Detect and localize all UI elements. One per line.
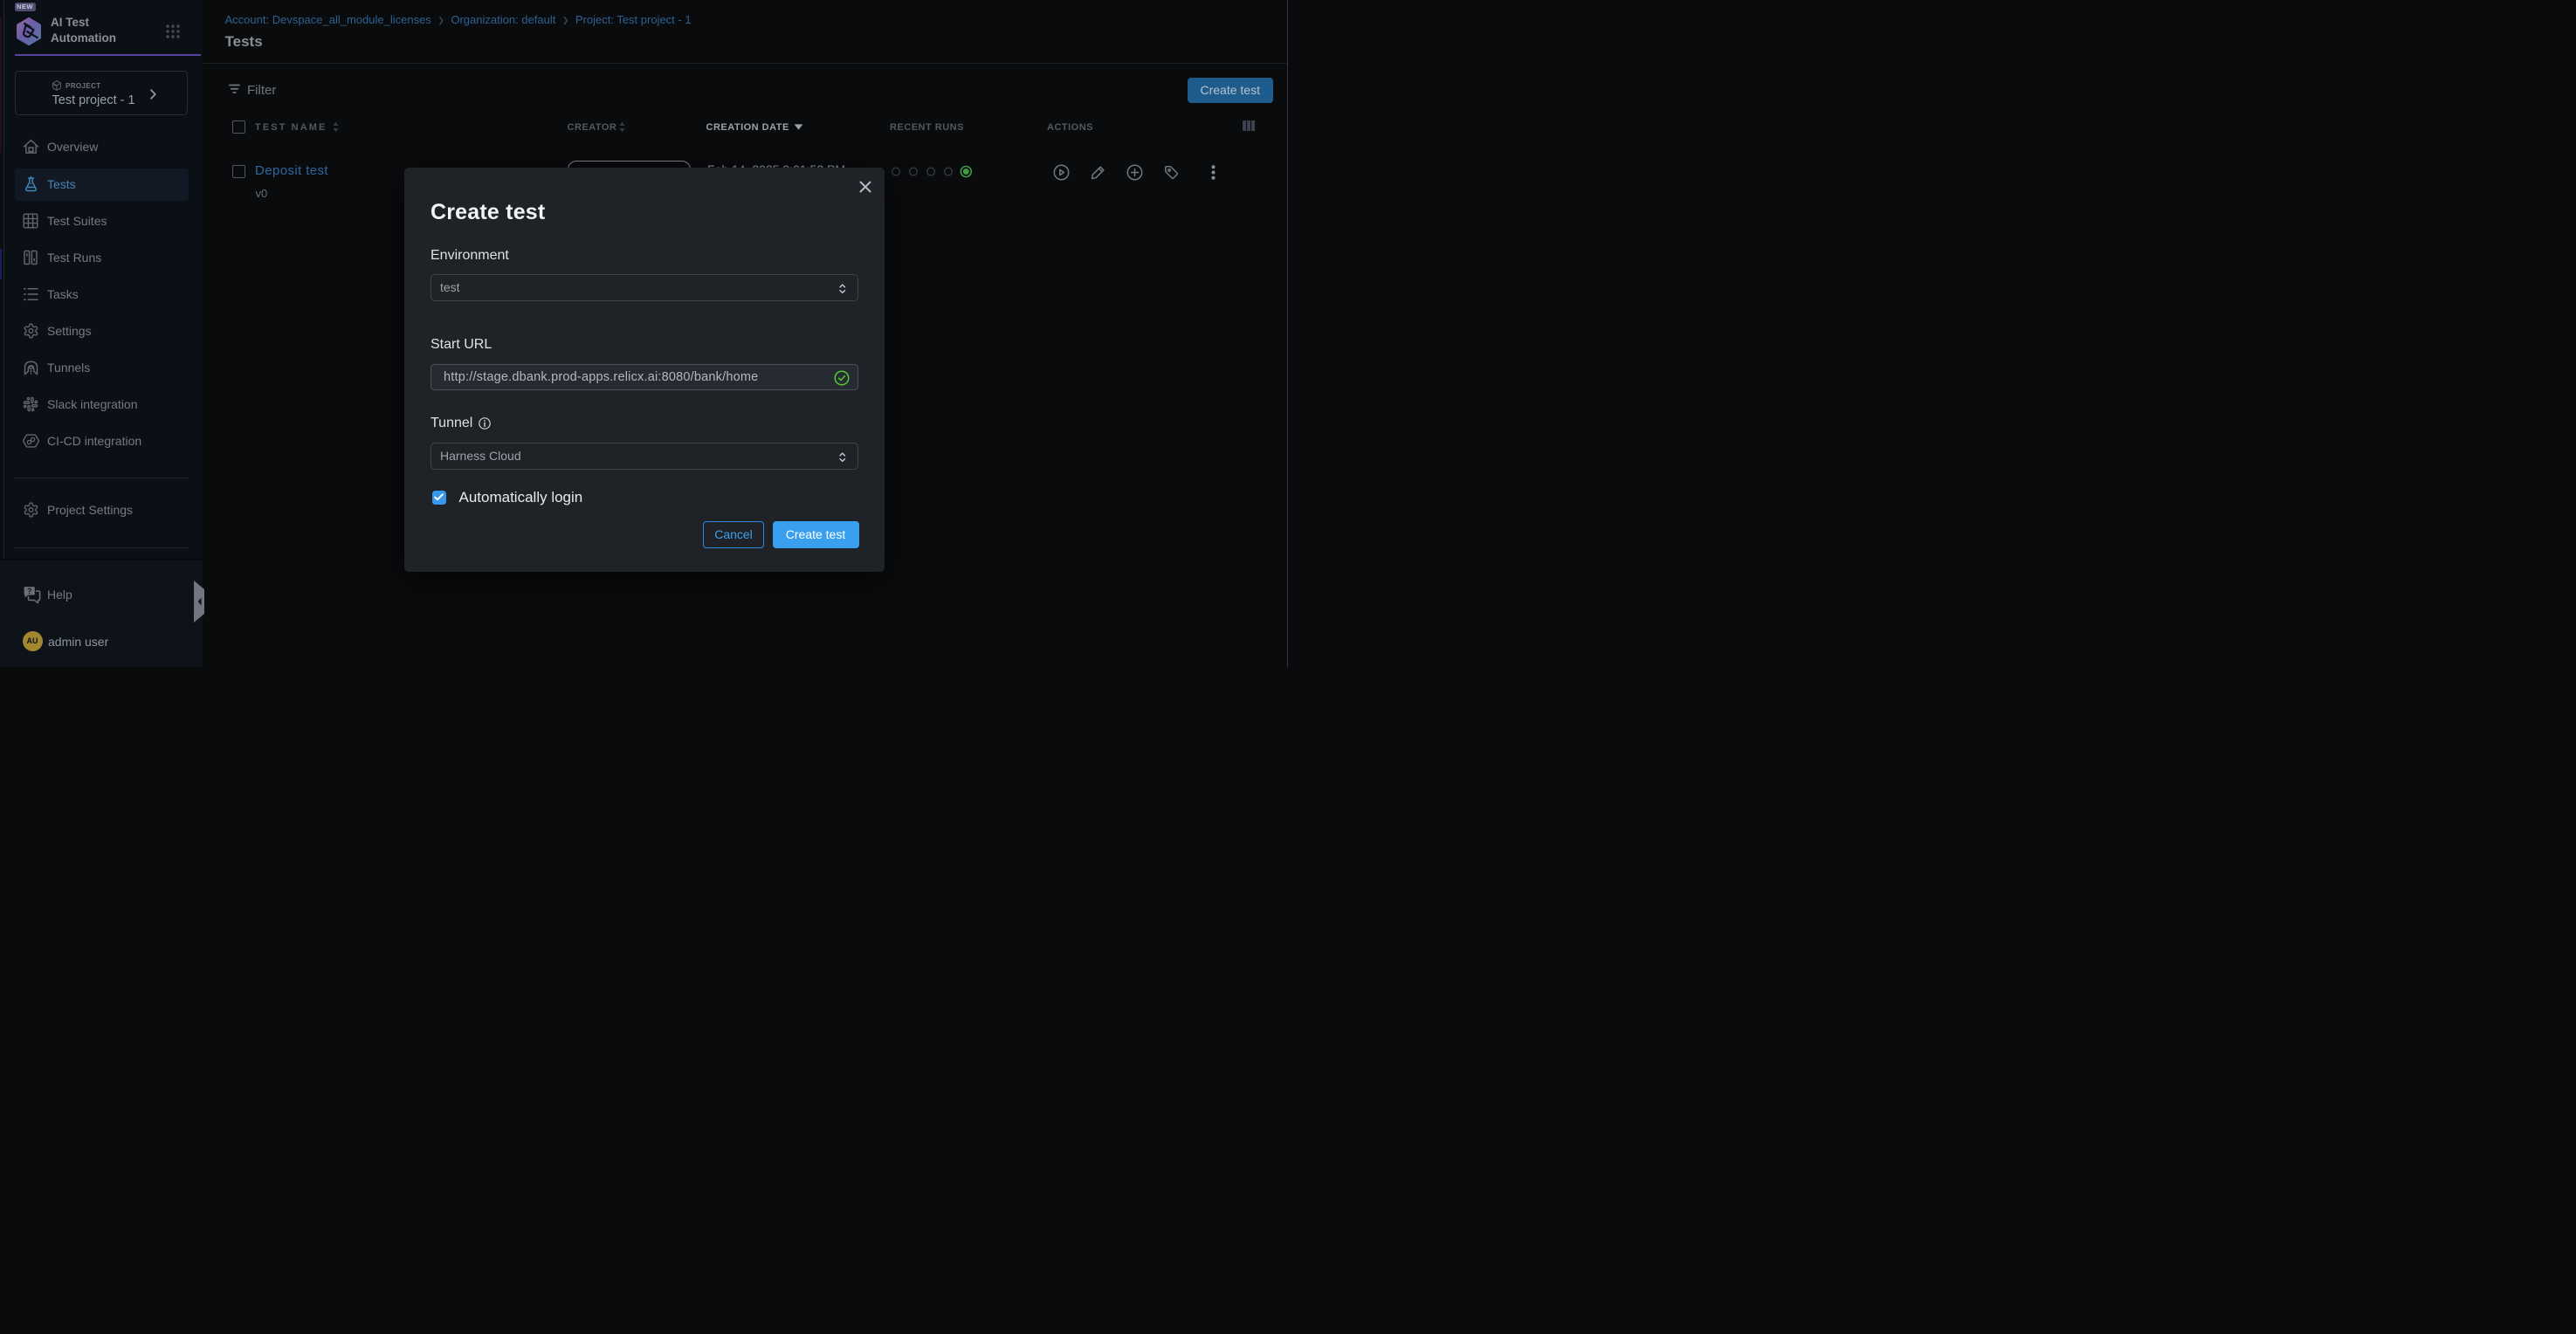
svg-text:?: ? xyxy=(27,586,32,595)
